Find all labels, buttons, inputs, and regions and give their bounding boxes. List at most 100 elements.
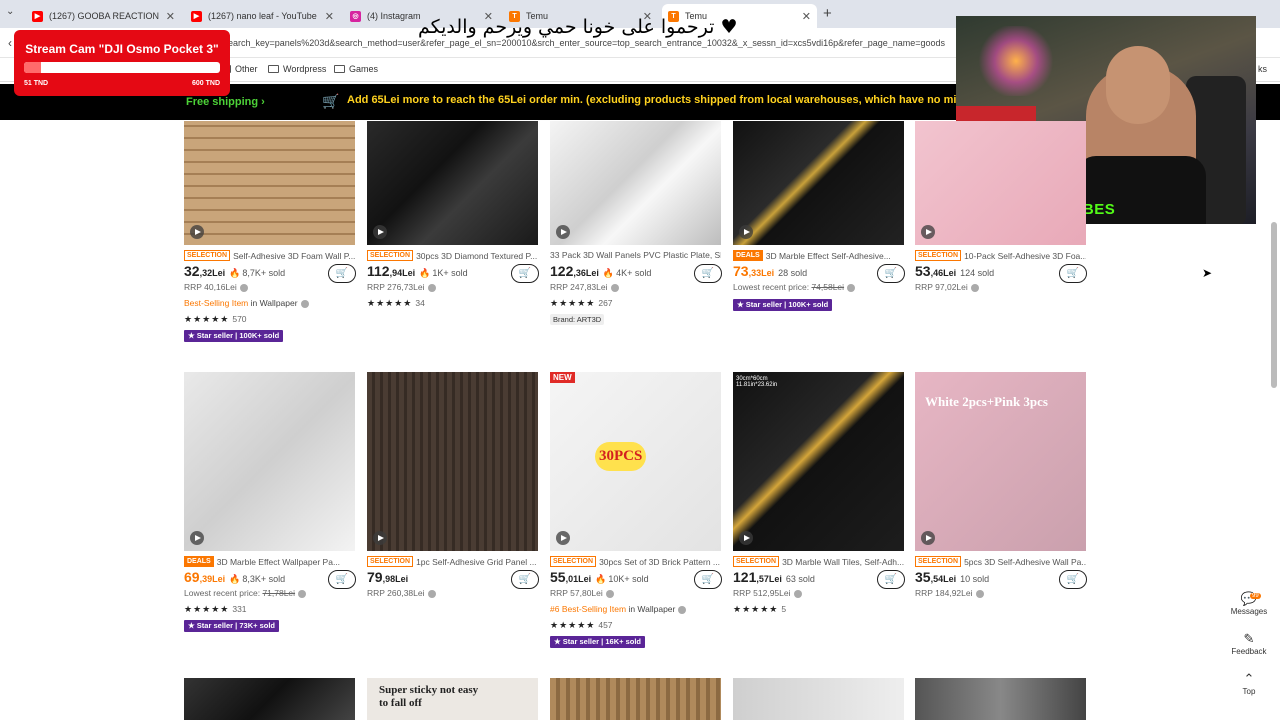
- add-to-cart-button[interactable]: 🛒: [511, 570, 539, 589]
- play-icon[interactable]: [739, 531, 753, 545]
- product-image[interactable]: White 2pcs+Pink 3pcs: [915, 372, 1086, 551]
- info-icon[interactable]: [605, 589, 614, 598]
- add-to-cart-button[interactable]: 🛒: [694, 264, 722, 283]
- info-icon[interactable]: [298, 589, 307, 598]
- product-image[interactable]: [733, 121, 904, 245]
- play-icon[interactable]: [373, 531, 387, 545]
- info-icon[interactable]: [610, 283, 619, 292]
- add-to-cart-button[interactable]: 🛒: [1059, 570, 1087, 589]
- price-integer: 55: [550, 569, 566, 585]
- product-title-line[interactable]: 33 Pack 3D Wall Panels PVC Plastic Plate…: [550, 250, 721, 260]
- play-icon[interactable]: [190, 225, 204, 239]
- tab-title: (1267) GOOBA REACTION Matc: [49, 11, 162, 21]
- best-selling-tag[interactable]: Best-Selling Item in Wallpaper: [184, 298, 309, 308]
- cart-icon: 🛒: [518, 574, 532, 585]
- product-title-line[interactable]: SELECTION 30pcs Set of 3D Brick Pattern .…: [550, 556, 721, 567]
- product-image[interactable]: 30cm*60cm 11.81in*23.62in: [733, 372, 904, 551]
- star-seller-badge: ★ Star seller | 100K+ sold: [184, 330, 284, 342]
- reference-price-text: Lowest recent price:: [184, 588, 263, 598]
- messages-button[interactable]: 💬 99 Messages: [1228, 591, 1270, 616]
- add-to-cart-button[interactable]: 🛒: [877, 264, 905, 283]
- price-decimal: ,98Lei: [382, 574, 409, 584]
- back-to-top-button[interactable]: ⌃ Top: [1228, 671, 1270, 696]
- close-tab-icon[interactable]: ✕: [325, 10, 334, 23]
- new-tab-plus-icon[interactable]: +: [823, 5, 832, 22]
- add-to-cart-button[interactable]: 🛒: [1059, 264, 1087, 283]
- info-icon[interactable]: [239, 283, 248, 292]
- info-icon[interactable]: [427, 283, 436, 292]
- add-to-cart-button[interactable]: 🛒: [511, 264, 539, 283]
- play-icon[interactable]: [556, 531, 570, 545]
- close-tab-icon[interactable]: ✕: [802, 10, 811, 23]
- back-arrow-icon[interactable]: ‹: [8, 36, 12, 50]
- product-card[interactable]: 30PCS NEW SELECTION 30pcs Set of 3D Brick P…: [550, 372, 722, 672]
- product-card[interactable]: White 2pcs+Pink 3pcs SELECTION 5pcs 3D Sel…: [915, 372, 1087, 672]
- info-icon[interactable]: [300, 299, 309, 308]
- product-title-line[interactable]: DEALS 3D Marble Effect Self-Adhesive...: [733, 250, 904, 261]
- product-card[interactable]: DEALS 3D Marble Effect Wallpaper Pa... 69,…: [184, 372, 356, 672]
- product-title: 3D Marble Effect Self-Adhesive...: [765, 250, 891, 261]
- product-title-line[interactable]: DEALS 3D Marble Effect Wallpaper Pa...: [184, 556, 355, 567]
- product-title-line[interactable]: SELECTION 10-Pack Self-Adhesive 3D Foa...: [915, 250, 1086, 261]
- product-image[interactable]: [184, 121, 355, 245]
- bookmark-games[interactable]: Games: [334, 64, 378, 74]
- brand-tag[interactable]: Brand: ART3D: [550, 314, 605, 325]
- info-icon[interactable]: [678, 605, 687, 614]
- price-integer: 121: [733, 569, 757, 585]
- url-field[interactable]: earch_key=panels%203d&search_method=user…: [228, 38, 956, 48]
- product-image[interactable]: [550, 678, 721, 720]
- info-icon[interactable]: [793, 589, 802, 598]
- product-title-line[interactable]: SELECTION 1pc Self-Adhesive Grid Panel ..…: [367, 556, 538, 567]
- product-image[interactable]: [184, 678, 355, 720]
- browser-tab-2[interactable]: ▶ (1267) nano leaf - YouTube ✕: [185, 4, 340, 28]
- product-card[interactable]: 30cm*60cm 11.81in*23.62in SELECTION 3D Mar…: [733, 372, 905, 672]
- product-card[interactable]: SELECTION 1pc Self-Adhesive Grid Panel ..…: [367, 372, 539, 672]
- bookmark-wordpress[interactable]: Wordpress: [268, 64, 326, 74]
- play-icon[interactable]: [556, 225, 570, 239]
- price-line: 73,33Lei 28 sold: [733, 263, 807, 279]
- price-decimal: ,46Lei: [930, 268, 957, 278]
- free-shipping-link[interactable]: Free shipping ›: [186, 96, 265, 108]
- tab-search-chevron-icon[interactable]: ⌄: [6, 6, 14, 17]
- product-title-line[interactable]: SELECTION Self-Adhesive 3D Foam Wall P...: [184, 250, 355, 261]
- product-image[interactable]: [367, 372, 538, 551]
- product-image[interactable]: [367, 121, 538, 245]
- best-selling-tag[interactable]: #6 Best-Selling Item in Wallpaper: [550, 604, 687, 614]
- product-title-line[interactable]: SELECTION 5pcs 3D Self-Adhesive Wall Pa..…: [915, 556, 1086, 567]
- info-icon[interactable]: [975, 589, 984, 598]
- folder-icon: [334, 65, 345, 73]
- info-icon[interactable]: [847, 283, 856, 292]
- play-icon[interactable]: [921, 531, 935, 545]
- flame-icon: 🔥: [595, 574, 607, 584]
- add-to-cart-button[interactable]: 🛒: [694, 570, 722, 589]
- info-icon[interactable]: [427, 589, 436, 598]
- page-scrollbar[interactable]: [1271, 222, 1277, 388]
- play-icon[interactable]: [921, 225, 935, 239]
- browser-tab-1[interactable]: ▶ (1267) GOOBA REACTION Matc ✕: [26, 4, 181, 28]
- product-title-line[interactable]: SELECTION 3D Marble Wall Tiles, Self-Adh.…: [733, 556, 904, 567]
- product-image[interactable]: [733, 678, 904, 720]
- close-tab-icon[interactable]: ✕: [166, 10, 175, 23]
- play-icon[interactable]: [739, 225, 753, 239]
- info-icon[interactable]: [970, 283, 979, 292]
- messages-count-badge: 99: [1250, 593, 1261, 599]
- star-rating: ★★★★★ 457: [550, 620, 613, 631]
- add-to-cart-button[interactable]: 🛒: [877, 570, 905, 589]
- play-icon[interactable]: [373, 225, 387, 239]
- product-image[interactable]: Super sticky not easy to fall off: [367, 678, 538, 720]
- product-image[interactable]: [915, 121, 1086, 245]
- review-count: 331: [232, 604, 247, 614]
- product-title-line[interactable]: SELECTION 30pcs 3D Diamond Textured P...: [367, 250, 538, 261]
- feedback-icon: ✎: [1243, 631, 1255, 646]
- product-image[interactable]: [915, 678, 1086, 720]
- bookmark-all-bookmarks[interactable]: ks: [1258, 64, 1267, 74]
- product-image[interactable]: 30PCS NEW: [550, 372, 721, 551]
- add-to-cart-button[interactable]: 🛒: [328, 264, 356, 283]
- star-rating: ★★★★★ 267: [550, 298, 613, 309]
- add-to-cart-button[interactable]: 🛒: [328, 570, 356, 589]
- product-image[interactable]: [184, 372, 355, 551]
- product-image[interactable]: [550, 121, 721, 245]
- price-line: 55,01Lei 🔥 10K+ sold: [550, 569, 649, 585]
- play-icon[interactable]: [190, 531, 204, 545]
- feedback-button[interactable]: ✎ Feedback: [1228, 631, 1270, 656]
